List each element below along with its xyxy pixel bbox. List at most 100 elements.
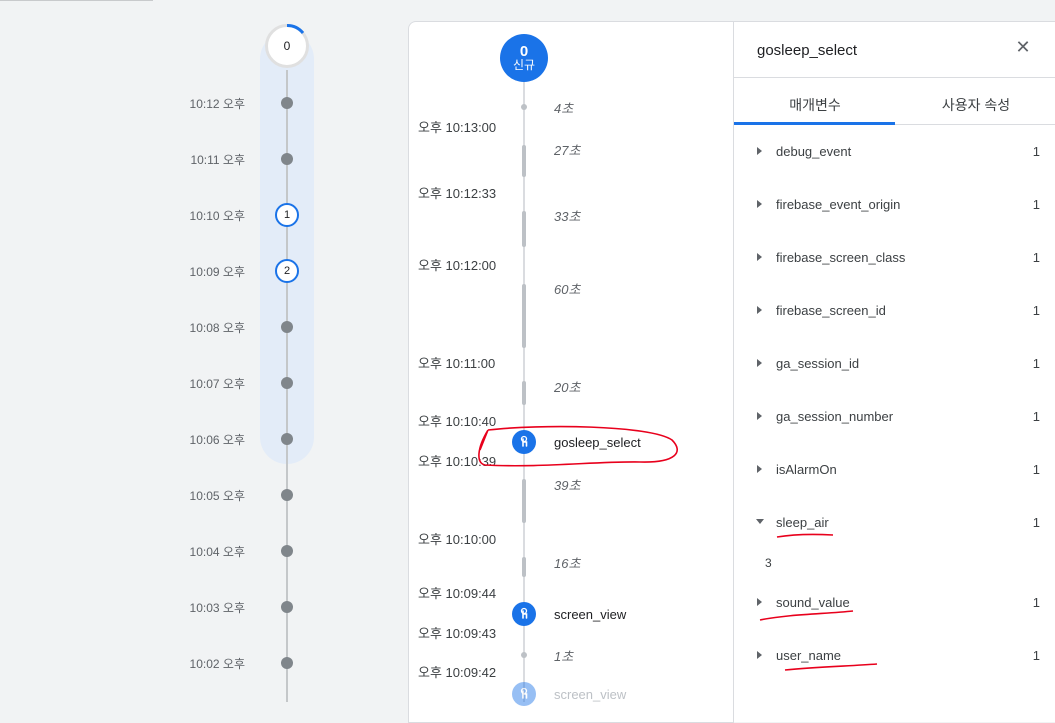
minute-dot[interactable] bbox=[281, 657, 293, 669]
minute-dot[interactable] bbox=[281, 153, 293, 165]
param-count: 1 bbox=[1032, 250, 1040, 265]
minute-label: 10:08 오후 bbox=[189, 321, 245, 335]
minute-count: 1 bbox=[283, 209, 291, 221]
stream-timestamp: 오후 10:09:44 bbox=[418, 586, 497, 601]
param-name: firebase_event_origin bbox=[776, 197, 901, 212]
expand-arrow-icon[interactable] bbox=[757, 306, 762, 314]
param-count: 1 bbox=[1032, 515, 1040, 530]
event-detail-panel bbox=[733, 21, 1055, 722]
new-events-count: 0 bbox=[519, 43, 529, 60]
minute-label: 10:03 오후 bbox=[189, 601, 245, 615]
param-name: isAlarmOn bbox=[776, 462, 837, 477]
detail-header-divider bbox=[733, 77, 1055, 78]
param-name: user_name bbox=[776, 648, 842, 663]
minute-label: 10:07 오후 bbox=[189, 377, 245, 391]
stream-timestamp: 오후 10:09:42 bbox=[418, 665, 497, 680]
minute-label: 10:09 오후 bbox=[189, 265, 245, 279]
minute-total-counter[interactable]: 0 bbox=[265, 24, 309, 68]
new-events-badge[interactable]: 0 신규 bbox=[500, 34, 548, 82]
stream-duration: 33초 bbox=[554, 209, 581, 224]
param-count: 1 bbox=[1032, 197, 1040, 212]
param-count: 1 bbox=[1032, 144, 1040, 159]
expand-arrow-icon[interactable] bbox=[757, 147, 762, 155]
stream-gap-bar bbox=[522, 284, 526, 348]
expand-arrow-icon[interactable] bbox=[757, 359, 762, 367]
param-count: 1 bbox=[1032, 648, 1040, 663]
param-count: 1 bbox=[1032, 462, 1040, 477]
stream-duration: 1초 bbox=[554, 649, 574, 664]
new-events-label: 신규 bbox=[512, 58, 536, 72]
stream-duration: 60초 bbox=[554, 282, 581, 297]
touch-icon[interactable] bbox=[512, 430, 536, 454]
tab-parameters[interactable]: 매개변수 bbox=[735, 95, 895, 115]
stream-duration: 39초 bbox=[554, 478, 581, 493]
stream-timestamp: 오후 10:10:40 bbox=[418, 414, 497, 429]
touch-icon[interactable] bbox=[512, 602, 536, 626]
minute-count: 2 bbox=[283, 265, 291, 277]
minute-count-badge[interactable]: 2 bbox=[275, 259, 299, 283]
minute-label: 10:02 오후 bbox=[189, 657, 245, 671]
stream-duration: 16초 bbox=[554, 556, 581, 571]
expand-arrow-icon[interactable] bbox=[757, 200, 762, 208]
param-name: ga_session_id bbox=[776, 356, 860, 371]
detail-title: gosleep_select bbox=[757, 42, 858, 59]
minute-label: 10:11 오후 bbox=[190, 153, 245, 167]
param-name: sound_value bbox=[776, 595, 850, 610]
param-name: firebase_screen_id bbox=[776, 303, 886, 318]
minute-count-badge[interactable]: 1 bbox=[275, 203, 299, 227]
minute-dot[interactable] bbox=[281, 601, 293, 613]
touch-icon[interactable] bbox=[512, 682, 536, 706]
stream-event-name[interactable]: screen_view bbox=[554, 687, 626, 702]
minute-dot[interactable] bbox=[281, 377, 293, 389]
stream-timestamp: 오후 10:11:00 bbox=[418, 356, 496, 371]
active-tab-indicator bbox=[734, 122, 895, 125]
progress-arc-icon bbox=[286, 24, 305, 35]
minute-dot[interactable] bbox=[281, 97, 293, 109]
expand-arrow-icon[interactable] bbox=[757, 253, 762, 261]
param-name: ga_session_number bbox=[776, 409, 894, 424]
expand-arrow-icon[interactable] bbox=[757, 598, 762, 606]
stream-gap-dot bbox=[521, 104, 527, 110]
minute-label: 10:10 오후 bbox=[189, 209, 245, 223]
param-count: 1 bbox=[1032, 356, 1040, 371]
param-count: 1 bbox=[1032, 409, 1040, 424]
collapse-arrow-icon[interactable] bbox=[756, 519, 764, 524]
stream-gap-bar bbox=[522, 211, 526, 247]
minute-label: 10:05 오후 bbox=[189, 489, 245, 503]
stream-gap-bar bbox=[522, 479, 526, 523]
stream-duration: 27초 bbox=[554, 143, 581, 158]
minute-dot[interactable] bbox=[281, 321, 293, 333]
stream-gap-bar bbox=[522, 381, 526, 405]
stream-timestamp: 오후 10:13:00 bbox=[418, 120, 497, 135]
stream-timestamp: 오후 10:12:00 bbox=[418, 258, 497, 273]
stream-event-name[interactable]: screen_view bbox=[554, 607, 626, 622]
minute-label: 10:04 오후 bbox=[189, 545, 245, 559]
param-name: debug_event bbox=[776, 144, 852, 159]
minute-dot[interactable] bbox=[281, 433, 293, 445]
top-divider bbox=[0, 0, 153, 1]
stream-timestamp: 오후 10:09:43 bbox=[418, 626, 497, 641]
param-name: sleep_air bbox=[776, 515, 829, 530]
tab-user-properties[interactable]: 사용자 속성 bbox=[896, 95, 1055, 115]
expand-arrow-icon[interactable] bbox=[757, 412, 762, 420]
close-icon[interactable]: ✕ bbox=[1012, 36, 1034, 58]
stream-event-name[interactable]: gosleep_select bbox=[554, 435, 641, 450]
stream-timestamp: 오후 10:12:33 bbox=[418, 186, 497, 201]
stream-gap-bar bbox=[522, 145, 526, 177]
expand-arrow-icon[interactable] bbox=[757, 465, 762, 473]
minute-dot[interactable] bbox=[281, 545, 293, 557]
stream-gap-bar bbox=[522, 557, 526, 577]
param-count: 1 bbox=[1032, 303, 1040, 318]
stream-duration: 4초 bbox=[554, 101, 574, 116]
param-count: 1 bbox=[1032, 595, 1040, 610]
stream-timestamp: 오후 10:10:00 bbox=[418, 532, 497, 547]
minute-label: 10:06 오후 bbox=[189, 433, 245, 447]
param-name: firebase_screen_class bbox=[776, 250, 906, 265]
stream-duration: 20초 bbox=[554, 380, 581, 395]
param-value: 3 bbox=[765, 556, 772, 570]
stream-timestamp: 오후 10:10:39 bbox=[418, 454, 497, 469]
minute-dot[interactable] bbox=[281, 489, 293, 501]
stream-gap-dot bbox=[521, 652, 527, 658]
minute-label: 10:12 오후 bbox=[189, 97, 245, 111]
expand-arrow-icon[interactable] bbox=[757, 651, 762, 659]
